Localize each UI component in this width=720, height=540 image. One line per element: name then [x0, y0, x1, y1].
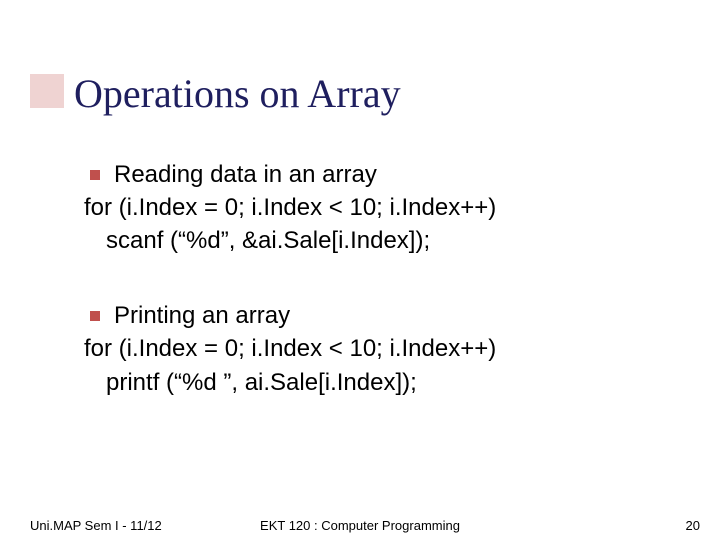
block-printing: Printing an array for (i.Index = 0; i.In…: [90, 299, 690, 398]
slide-title-block: Operations on Array: [30, 70, 357, 117]
square-bullet-icon: [90, 170, 100, 180]
title-accent-square: [30, 74, 64, 108]
code-line: printf (“%d ”, ai.Sale[i.Index]);: [106, 366, 690, 399]
code-line: scanf (“%d”, &ai.Sale[i.Index]);: [106, 224, 690, 257]
slide-title: Operations on Array: [74, 70, 401, 117]
slide-body: Reading data in an array for (i.Index = …: [90, 158, 690, 399]
footer-page-number: 20: [686, 518, 700, 533]
code-line: for (i.Index = 0; i.Index < 10; i.Index+…: [84, 191, 690, 224]
bullet-item: Printing an array: [90, 299, 690, 332]
footer-center: EKT 120 : Computer Programming: [0, 518, 720, 533]
bullet-text: Reading data in an array: [114, 158, 377, 191]
bullet-item: Reading data in an array: [90, 158, 690, 191]
square-bullet-icon: [90, 311, 100, 321]
bullet-text: Printing an array: [114, 299, 290, 332]
block-reading: Reading data in an array for (i.Index = …: [90, 158, 690, 257]
code-line: for (i.Index = 0; i.Index < 10; i.Index+…: [84, 332, 690, 365]
